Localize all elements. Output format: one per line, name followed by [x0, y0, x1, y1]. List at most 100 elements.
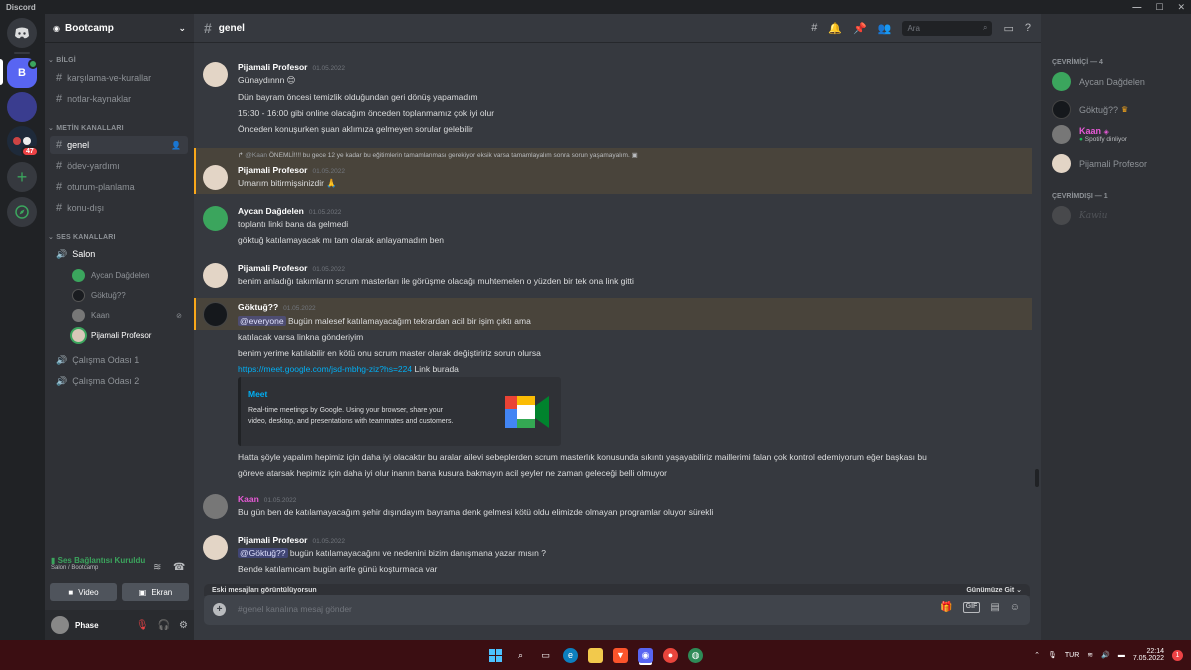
everyone-mention[interactable]: @everyone: [238, 316, 286, 326]
chrome-icon[interactable]: ●: [663, 647, 678, 663]
message-input[interactable]: #genel kanalına mesaj gönder: [238, 604, 352, 614]
attach-plus-icon[interactable]: +: [213, 603, 226, 616]
member-item[interactable]: Kaan ◈ ● Spotify dinliyor: [1052, 125, 1127, 144]
sticker-icon[interactable]: ▤: [990, 602, 999, 613]
member-item[interactable]: Kawiu: [1052, 206, 1107, 225]
author-name[interactable]: Göktuğ?? 01.05.2022: [238, 302, 316, 312]
voice-connection-panel: ▮ Ses Bağlantısı Kuruldu Salon / Bootcam…: [45, 550, 194, 577]
server-icon[interactable]: [7, 92, 37, 122]
discord-home-icon[interactable]: [7, 18, 37, 48]
author-name[interactable]: Kaan 01.05.2022: [238, 494, 296, 504]
gift-icon[interactable]: 🎁: [940, 602, 952, 613]
task-view-icon[interactable]: ▭: [538, 648, 553, 663]
voice-user[interactable]: Pijamali Profesor: [72, 329, 182, 342]
battery-icon[interactable]: ▬: [1118, 652, 1125, 659]
maximize-button[interactable]: ☐: [1155, 2, 1163, 13]
voice-user[interactable]: Kaan ⊘: [72, 309, 182, 322]
headphones-icon[interactable]: 🎧: [158, 620, 170, 631]
edge-browser-icon[interactable]: e: [563, 647, 578, 663]
embed-title[interactable]: Meet: [248, 389, 267, 399]
chevron-up-icon[interactable]: ⌃: [1034, 651, 1040, 659]
message-text: benim anladığı takımların scrum masterla…: [238, 276, 634, 286]
minimize-button[interactable]: —: [1132, 2, 1141, 13]
author-name[interactable]: Pijamali Profesor 01.05.2022: [238, 62, 345, 72]
discord-taskbar-icon[interactable]: ◉: [638, 647, 653, 663]
explore-compass-icon[interactable]: [7, 197, 37, 227]
notification-badge[interactable]: 1: [1172, 649, 1183, 661]
settings-gear-icon[interactable]: ⚙: [179, 620, 188, 631]
member-item[interactable]: Aycan Dağdelen: [1052, 72, 1145, 91]
chevron-down-icon[interactable]: ⌄: [178, 23, 186, 34]
avatar[interactable]: [203, 62, 228, 87]
author-name[interactable]: Aycan Dağdelen 01.05.2022: [238, 206, 341, 216]
video-button[interactable]: ■ Video: [50, 583, 117, 601]
voice-location[interactable]: Salon / Bootcamp: [51, 565, 188, 571]
hash-icon: #: [204, 20, 212, 36]
avatar[interactable]: [203, 302, 228, 327]
bell-icon[interactable]: 🔔: [828, 22, 842, 35]
language-indicator[interactable]: TUR: [1065, 652, 1079, 659]
scrollbar-thumb[interactable]: [1035, 469, 1039, 487]
search-input[interactable]: Ara ⌕: [902, 20, 993, 36]
voice-channel-calisma-1[interactable]: 🔊 Çalışma Odası 1: [50, 351, 188, 369]
voice-status[interactable]: ▮ Ses Bağlantısı Kuruldu: [51, 556, 188, 565]
disconnect-icon[interactable]: ☎: [173, 562, 185, 573]
channel-genel[interactable]: # genel 👤: [50, 136, 188, 154]
voice-channel-salon[interactable]: 🔊 Salon: [50, 245, 188, 263]
emoji-icon[interactable]: ☺: [1010, 602, 1020, 613]
category-info[interactable]: ⌄ BİLGİ: [48, 56, 76, 64]
avatar[interactable]: [203, 263, 228, 288]
volume-icon[interactable]: 🔊: [1101, 651, 1110, 659]
brave-browser-icon[interactable]: ▼: [613, 647, 628, 663]
close-button[interactable]: ✕: [1177, 2, 1185, 13]
member-list-icon[interactable]: 👥: [878, 22, 892, 35]
server-name: Bootcamp: [64, 22, 114, 34]
channel-oturum[interactable]: # oturum-planlama: [50, 178, 188, 196]
wifi-icon[interactable]: ≋: [1087, 651, 1093, 659]
author-name[interactable]: Pijamali Profesor 01.05.2022: [238, 165, 345, 175]
gif-button[interactable]: GIF: [962, 602, 981, 613]
globe-app-icon[interactable]: ◍: [688, 647, 703, 663]
author-name[interactable]: Pijamali Profesor 01.05.2022: [238, 535, 345, 545]
author-name[interactable]: Pijamali Profesor 01.05.2022: [238, 263, 345, 273]
screen-share-button[interactable]: ▣ Ekran: [122, 583, 189, 601]
channel-karsilama[interactable]: # karşılama-ve-kurallar: [50, 69, 188, 87]
search-icon[interactable]: ⌕: [513, 648, 528, 663]
jump-to-present-button[interactable]: Günümüze Git ⌄: [966, 586, 1022, 594]
username[interactable]: Phase: [75, 621, 99, 630]
voice-user[interactable]: Göktuğ??: [72, 289, 182, 302]
start-menu-icon[interactable]: [488, 648, 503, 663]
voice-channel-calisma-2[interactable]: 🔊 Çalışma Odası 2: [50, 372, 188, 390]
message-composer[interactable]: + #genel kanalına mesaj gönder 🎁 GIF ▤ ☺: [204, 595, 1030, 625]
reply-preview[interactable]: ↱ @Kaan ÖNEMLİ!!!! bu gece 12 ye kadar b…: [238, 151, 638, 159]
avatar[interactable]: [203, 535, 228, 560]
channel-konu-disi[interactable]: # konu-dışı: [50, 199, 188, 217]
avatar[interactable]: [51, 616, 69, 634]
channel-odev[interactable]: # ödev-yardımı: [50, 157, 188, 175]
channel-notlar[interactable]: # notlar-kaynaklar: [50, 90, 188, 108]
noise-suppression-icon[interactable]: ≋: [153, 562, 161, 573]
server-header[interactable]: ◉ Bootcamp ⌄: [45, 14, 194, 43]
avatar[interactable]: [203, 206, 228, 231]
user-mention[interactable]: @Göktuğ??: [238, 548, 288, 558]
windows-taskbar: ⌕ ▭ e ▼ ◉ ● ◍ ⌃ 🎙 TUR ≋ 🔊 ▬ 22:14 7.05.20…: [0, 640, 1191, 670]
link-embed: Meet Real-time meetings by Google. Using…: [238, 377, 561, 446]
member-item[interactable]: Pijamali Profesor: [1052, 154, 1147, 173]
add-server-icon[interactable]: +: [7, 162, 37, 192]
category-text[interactable]: ⌄ METİN KANALLARI: [48, 124, 124, 132]
clock[interactable]: 22:14 7.05.2022: [1133, 648, 1164, 662]
avatar[interactable]: [203, 165, 228, 190]
pin-icon[interactable]: 📌: [853, 22, 867, 35]
inbox-icon[interactable]: ▭: [1003, 22, 1013, 35]
avatar[interactable]: [203, 494, 228, 519]
member-item[interactable]: Göktuğ?? ♛: [1052, 100, 1128, 119]
microphone-icon[interactable]: 🎙: [1048, 651, 1057, 659]
meet-link[interactable]: https://meet.google.com/jsd-mbhg-ziz?hs=…: [238, 364, 412, 374]
help-icon[interactable]: ?: [1025, 22, 1031, 34]
category-voice[interactable]: ⌄ SES KANALLARI: [48, 233, 116, 241]
invite-icon[interactable]: 👤: [171, 141, 181, 150]
threads-icon[interactable]: #: [811, 22, 817, 34]
file-explorer-icon[interactable]: [588, 647, 603, 663]
mute-icon[interactable]: 🎙: [136, 620, 149, 631]
voice-user[interactable]: Aycan Dağdelen: [72, 269, 182, 282]
